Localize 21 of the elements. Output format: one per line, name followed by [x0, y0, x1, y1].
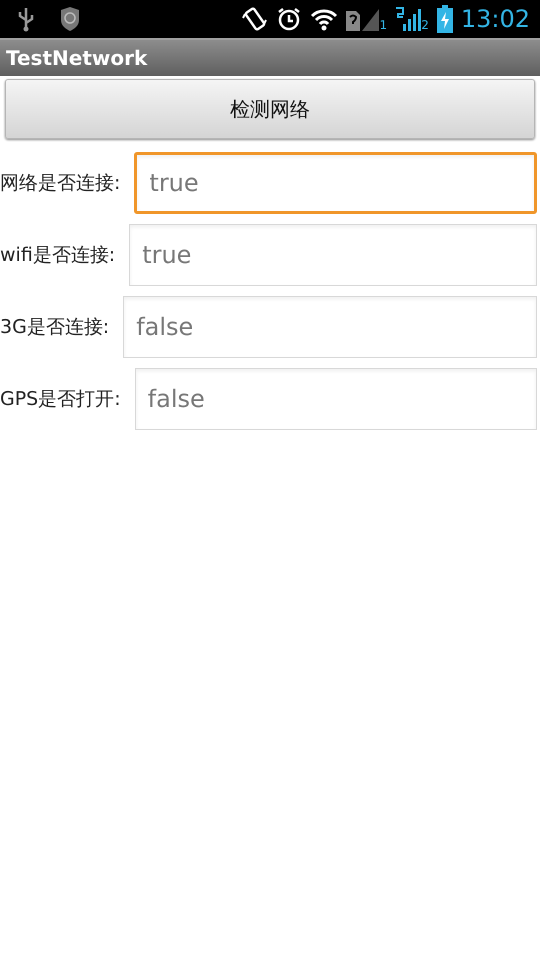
text-field[interactable]: false	[134, 368, 537, 430]
text-field[interactable]: true	[134, 152, 537, 214]
text-field[interactable]: true	[129, 224, 537, 286]
app-title: TestNetwork	[6, 45, 148, 72]
field-label: GPS是否打开:	[0, 386, 121, 412]
text-field[interactable]: false	[123, 296, 537, 358]
sim-icon	[346, 7, 380, 31]
shield-icon	[60, 6, 80, 32]
usb-icon	[16, 6, 36, 32]
signal-icon	[395, 6, 422, 32]
wifi-icon	[310, 7, 338, 31]
signal-slot-label: 2	[421, 17, 429, 34]
alarm-icon	[276, 6, 302, 32]
check-network-button[interactable]: 检测网络	[5, 79, 535, 139]
field-label: 3G是否连接:	[0, 314, 110, 340]
field-label: 网络是否连接:	[0, 170, 120, 196]
sim-slot-label: 1	[380, 17, 388, 34]
clock-time: 13:02	[460, 4, 530, 35]
field-label: wifi是否连接:	[0, 242, 116, 268]
battery-charging-icon	[436, 5, 453, 33]
vibrate-icon	[242, 6, 268, 32]
